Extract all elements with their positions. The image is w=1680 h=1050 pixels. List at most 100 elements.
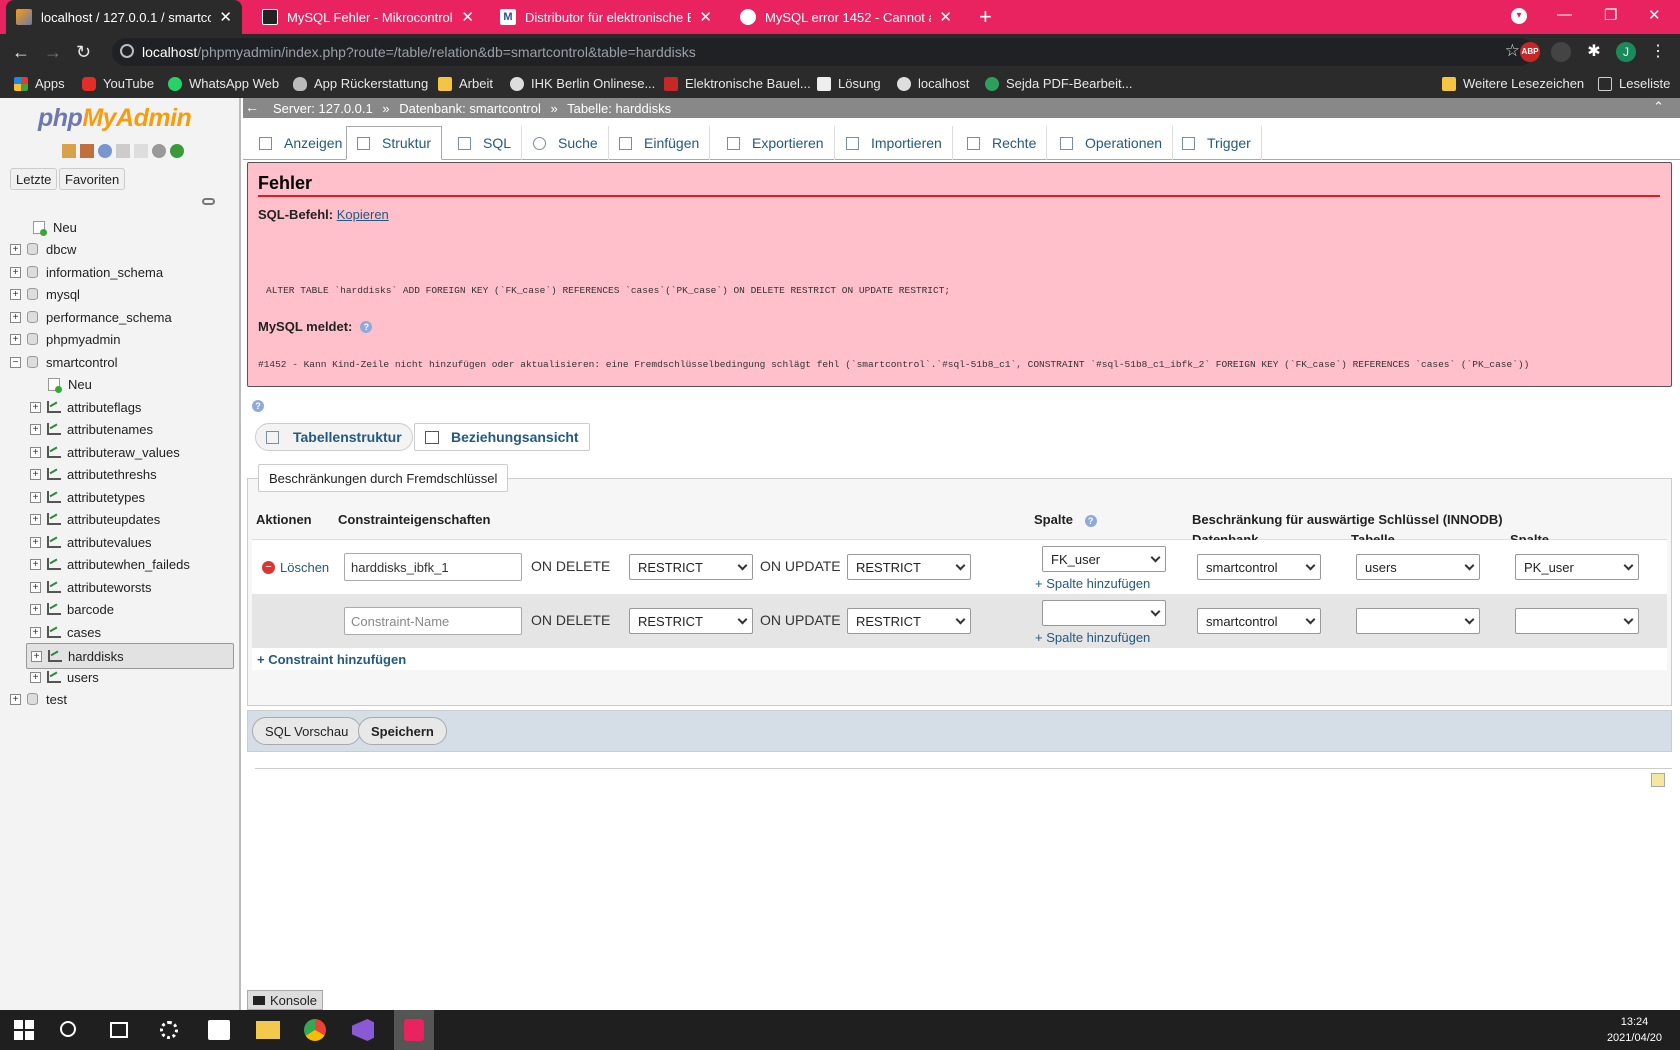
browser-tab-phpmyadmin[interactable]: localhost / 127.0.0.1 / smartcontr ✕ [6, 0, 242, 34]
favorites-button[interactable]: Favoriten [59, 168, 126, 190]
expand-icon[interactable]: + [30, 468, 41, 480]
foreign-database-select[interactable]: smartcontrol [1197, 608, 1321, 634]
profile-avatar[interactable]: J [1616, 42, 1636, 62]
extension-sync-icon[interactable] [1551, 42, 1571, 62]
bookmark-app-rueckerstattung[interactable]: App Rückerstattung [293, 76, 428, 91]
expand-icon[interactable]: + [30, 423, 41, 435]
tree-item-table[interactable]: + attributetypes [30, 486, 145, 508]
on-update-select[interactable]: RESTRICT [847, 554, 971, 580]
close-icon[interactable]: ✕ [699, 8, 712, 26]
reading-list[interactable]: Leseliste [1598, 76, 1670, 91]
docs-icon[interactable] [116, 144, 130, 158]
expand-icon[interactable]: + [10, 243, 21, 255]
tree-item-db-test[interactable]: + test [10, 688, 67, 710]
bookmark-ihk[interactable]: IHK Berlin Onlinese... [510, 76, 655, 91]
link-icon[interactable] [202, 198, 215, 205]
help-icon[interactable]: ? [252, 400, 264, 412]
add-constraint-link[interactable]: + Constraint hinzufügen [257, 652, 406, 667]
tab-sql[interactable]: SQL [448, 126, 523, 160]
bookmark-arbeit[interactable]: Arbeit [438, 76, 493, 91]
tab-einfuegen[interactable]: Einfügen [609, 126, 711, 160]
collapse-sidebar-icon[interactable]: ← [245, 99, 259, 115]
help-icon[interactable]: ? [1084, 515, 1097, 527]
tree-item-table[interactable]: + barcode [30, 598, 114, 620]
expand-icon[interactable]: + [30, 603, 41, 615]
tree-item-table[interactable]: + attributeflags [30, 396, 141, 418]
task-view-icon[interactable] [110, 1022, 128, 1038]
snipping-tool-active[interactable] [394, 1010, 434, 1050]
tree-item-db-information-schema[interactable]: + information_schema [10, 261, 163, 283]
back-icon[interactable]: ← [12, 42, 30, 63]
bookmark-loesung[interactable]: Lösung [817, 76, 881, 91]
phpmyadmin-logo[interactable]: phpMyAdmin [38, 104, 192, 133]
constraint-name-input[interactable]: Constraint-Name [344, 607, 522, 635]
expand-icon[interactable]: + [10, 266, 21, 278]
tree-item-db-phpmyadmin[interactable]: + phpmyadmin [10, 328, 120, 350]
constraint-name-input[interactable]: harddisks_ibfk_1 [344, 553, 522, 581]
tab-importieren[interactable]: Importieren [836, 126, 953, 160]
tree-item-table[interactable]: + attributewhen_faileds [30, 553, 190, 575]
expand-icon[interactable]: + [31, 650, 42, 662]
tab-rechte[interactable]: Rechte [957, 126, 1048, 160]
on-delete-select[interactable]: RESTRICT [629, 608, 753, 634]
on-update-select[interactable]: RESTRICT [847, 608, 971, 634]
tree-item-new-table[interactable]: Neu [48, 373, 92, 395]
store-icon[interactable] [208, 1020, 230, 1040]
print-icon[interactable] [1651, 773, 1665, 787]
bookmark-apps[interactable]: Apps [14, 76, 65, 91]
copy-icon[interactable] [134, 144, 148, 158]
bookmark-localhost[interactable]: localhost [897, 76, 969, 91]
tree-item-db-smartcontrol[interactable]: − smartcontrol [10, 351, 118, 373]
reload-icon[interactable]: ↻ [76, 42, 91, 63]
expand-icon[interactable]: + [30, 513, 41, 525]
reload-icon[interactable] [170, 144, 184, 158]
adblock-icon[interactable]: ABP [1520, 42, 1540, 62]
foreign-database-select[interactable]: smartcontrol [1197, 554, 1321, 580]
expand-icon[interactable]: + [10, 333, 21, 345]
browser-tab-mysql-error[interactable]: MySQL error 1452 - Cannot add o ✕ [730, 0, 962, 34]
recent-button[interactable]: Letzte [10, 168, 58, 190]
close-icon[interactable]: ✕ [461, 8, 474, 26]
close-icon[interactable]: ✕ [939, 8, 952, 26]
tab-suche[interactable]: Suche [523, 126, 609, 160]
breadcrumb-database[interactable]: Datenbank: smartcontrol [399, 101, 541, 116]
collapse-icon[interactable]: − [10, 356, 21, 368]
tree-item-db-dbcw[interactable]: + dbcw [10, 238, 76, 260]
gear-icon[interactable] [152, 144, 166, 158]
foreign-table-select[interactable]: users [1356, 554, 1480, 580]
bookmark-star-icon[interactable]: ☆ [1505, 41, 1520, 61]
tab-search-icon[interactable]: ▾ [1511, 8, 1527, 24]
tree-item-db-mysql[interactable]: + mysql [10, 283, 80, 305]
console-toggle[interactable]: Konsole [247, 990, 323, 1010]
logout-icon[interactable] [80, 144, 94, 158]
close-window-icon[interactable]: ✕ [1648, 6, 1661, 24]
foreign-column-select[interactable] [1515, 608, 1639, 634]
tree-item-table[interactable]: + attributeupdates [30, 508, 160, 530]
expand-icon[interactable]: + [30, 401, 41, 413]
breadcrumb-table[interactable]: Tabelle: harddisks [567, 101, 671, 116]
tab-struktur[interactable]: Struktur [346, 126, 443, 160]
extensions-puzzle-icon[interactable]: ✱ [1584, 42, 1604, 62]
tree-item-table[interactable]: + attributethreshs [30, 463, 157, 485]
help-icon[interactable]: ? [360, 320, 373, 333]
expand-icon[interactable]: + [30, 671, 41, 683]
expand-icon[interactable]: + [30, 491, 41, 503]
browser-tab-distributor[interactable]: M Distributor für elektronische Bau ✕ [490, 0, 722, 34]
bookmark-whatsapp[interactable]: WhatsApp Web [168, 76, 279, 91]
visual-studio-icon[interactable] [352, 1019, 374, 1041]
tree-item-table[interactable]: + attributeraw_values [30, 441, 180, 463]
expand-icon[interactable]: + [30, 581, 41, 593]
add-column-link[interactable]: + Spalte hinzufügen [1035, 630, 1150, 645]
tree-item-table[interactable]: + attributevalues [30, 531, 152, 553]
new-tab-button[interactable]: + [979, 4, 992, 30]
breadcrumb-server[interactable]: Server: 127.0.0.1 [273, 101, 373, 116]
relation-view-button[interactable]: Beziehungsansicht [414, 423, 590, 451]
expand-icon[interactable]: + [10, 693, 21, 705]
tree-item-new-db[interactable]: Neu [16, 216, 77, 238]
address-bar[interactable]: localhost/phpmyadmin/index.php?route=/ta… [112, 38, 1534, 66]
tree-item-table[interactable]: + attributenames [30, 418, 153, 440]
forward-icon[interactable]: → [44, 42, 62, 63]
bookmark-sejda[interactable]: Sejda PDF-Bearbeit... [985, 76, 1132, 91]
delete-constraint-button[interactable]: − Löschen [262, 560, 329, 575]
bookmark-youtube[interactable]: YouTube [82, 76, 154, 91]
